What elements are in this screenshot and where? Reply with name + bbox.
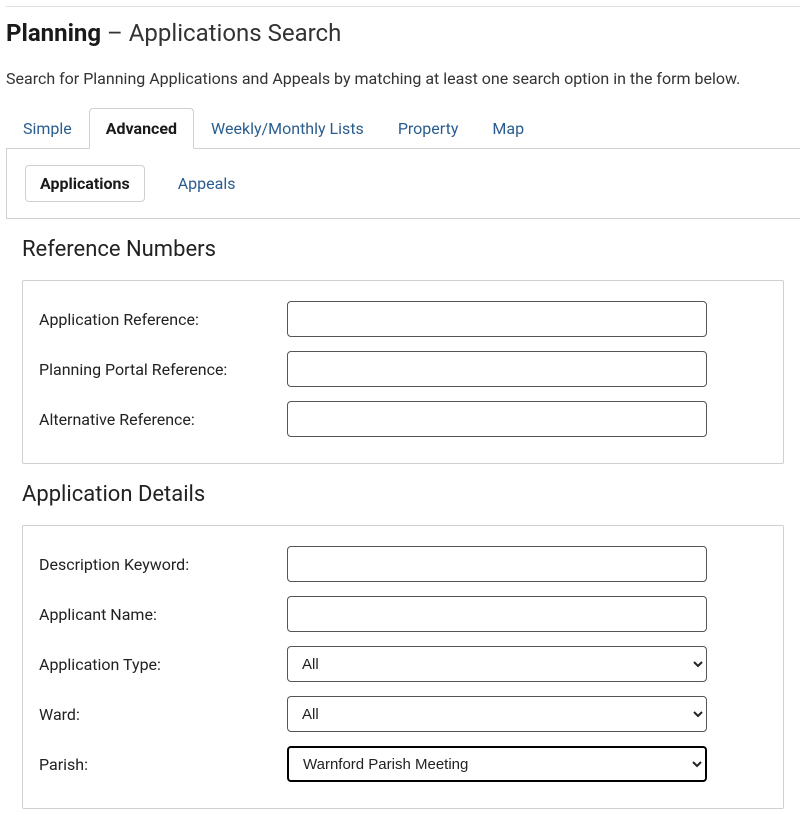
- tab-weekly-monthly-lists[interactable]: Weekly/Monthly Lists: [194, 108, 381, 149]
- form-row: Applicant Name:: [39, 596, 767, 632]
- planning-portal-reference-input[interactable]: [287, 351, 707, 387]
- section-application-details: Application Details Description Keyword:…: [6, 464, 800, 809]
- page-title-rest: – Applications Search: [101, 19, 341, 47]
- application-details-box: Description Keyword: Applicant Name: App…: [22, 525, 784, 809]
- sub-tabs-container: Applications Appeals: [6, 149, 800, 219]
- sub-tabs: Applications Appeals: [25, 165, 782, 202]
- section-title-reference-numbers: Reference Numbers: [22, 237, 784, 262]
- page-description: Search for Planning Applications and App…: [6, 69, 800, 88]
- planning-portal-reference-label: Planning Portal Reference:: [39, 360, 287, 379]
- tab-property[interactable]: Property: [381, 108, 476, 149]
- subtab-applications[interactable]: Applications: [25, 165, 145, 202]
- parish-select[interactable]: Warnford Parish Meeting: [287, 746, 707, 782]
- tab-advanced[interactable]: Advanced: [89, 108, 194, 149]
- section-title-application-details: Application Details: [22, 482, 784, 507]
- page-title-bold: Planning: [6, 19, 101, 47]
- page-title: Planning – Applications Search: [6, 19, 800, 47]
- form-row: Ward: All: [39, 696, 767, 732]
- form-row: Alternative Reference:: [39, 401, 767, 437]
- reference-numbers-box: Application Reference: Planning Portal R…: [22, 280, 784, 464]
- alternative-reference-label: Alternative Reference:: [39, 410, 287, 429]
- ward-label: Ward:: [39, 705, 287, 724]
- description-keyword-label: Description Keyword:: [39, 555, 287, 574]
- applicant-name-label: Applicant Name:: [39, 605, 287, 624]
- parish-label: Parish:: [39, 755, 287, 774]
- form-row: Application Reference:: [39, 301, 767, 337]
- form-row: Parish: Warnford Parish Meeting: [39, 746, 767, 782]
- description-keyword-input[interactable]: [287, 546, 707, 582]
- form-row: Application Type: All: [39, 646, 767, 682]
- applicant-name-input[interactable]: [287, 596, 707, 632]
- application-type-label: Application Type:: [39, 655, 287, 674]
- application-reference-input[interactable]: [287, 301, 707, 337]
- subtab-appeals[interactable]: Appeals: [163, 165, 251, 202]
- tab-map[interactable]: Map: [475, 108, 541, 149]
- application-type-select[interactable]: All: [287, 646, 707, 682]
- form-row: Planning Portal Reference:: [39, 351, 767, 387]
- tab-simple[interactable]: Simple: [6, 108, 89, 149]
- alternative-reference-input[interactable]: [287, 401, 707, 437]
- section-reference-numbers: Reference Numbers Application Reference:…: [6, 219, 800, 464]
- application-reference-label: Application Reference:: [39, 310, 287, 329]
- ward-select[interactable]: All: [287, 696, 707, 732]
- main-tabs: Simple Advanced Weekly/Monthly Lists Pro…: [6, 108, 800, 149]
- form-row: Description Keyword:: [39, 546, 767, 582]
